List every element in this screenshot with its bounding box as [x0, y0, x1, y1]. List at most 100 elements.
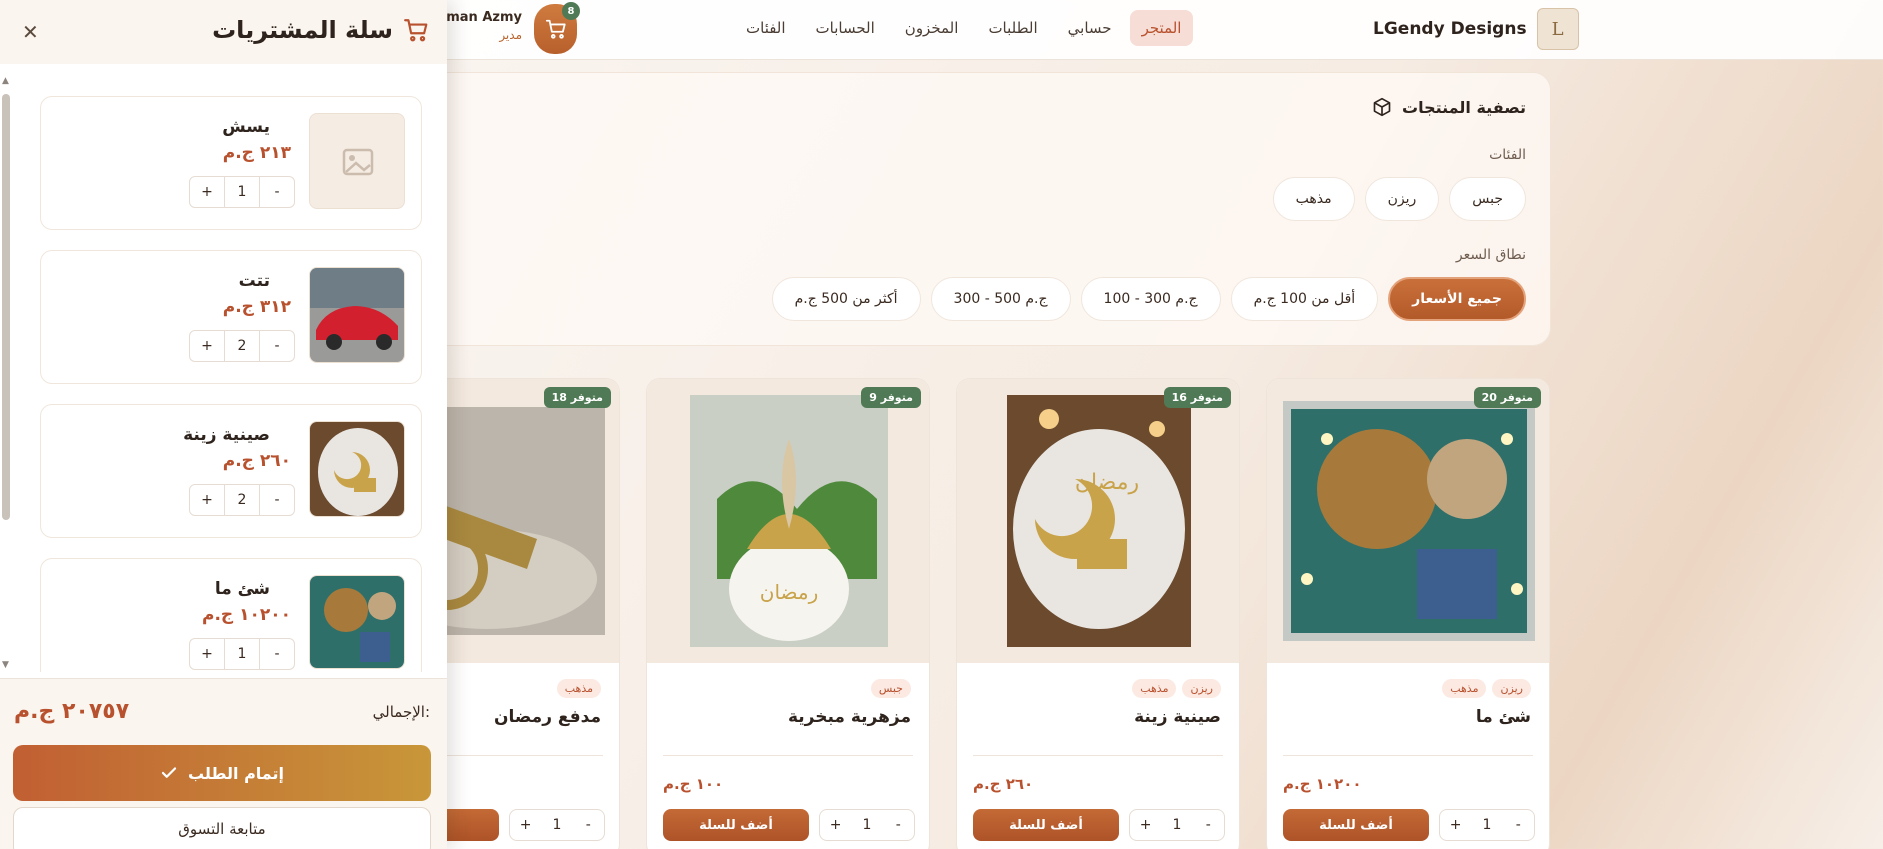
brand-logo: L — [1536, 8, 1579, 50]
brand-name: LGendy Designs — [1373, 19, 1527, 39]
quantity-value[interactable]: 1 — [224, 176, 260, 208]
filter-title: تصفية المنتجات — [1372, 97, 1526, 117]
increase-button[interactable]: + — [510, 817, 541, 833]
increase-button[interactable]: + — [820, 817, 851, 833]
decrease-button[interactable]: - — [573, 817, 604, 833]
cart-drawer: سلة المشتريات ✕ ▲ ▼ يسش ٢١٣ ج.م + 1 - تت… — [0, 0, 447, 849]
brand[interactable]: LGendy Designs L — [1373, 8, 1579, 50]
quantity-stepper: + 1 - — [1439, 809, 1535, 841]
price-range-label: نطاق السعر — [1455, 247, 1526, 263]
filter-title-text: تصفية المنتجات — [1402, 97, 1526, 117]
price-chip-300-500[interactable]: 300 - 500 ج.م — [930, 277, 1071, 321]
quantity-value[interactable]: 1 — [851, 817, 882, 833]
decrease-button[interactable]: - — [1193, 817, 1224, 833]
stock-badge: متوفر 9 — [861, 387, 921, 408]
cart-item-image — [309, 421, 405, 517]
quantity-stepper: + 1 - — [1129, 809, 1225, 841]
cart-icon — [545, 19, 566, 39]
total-value: ٢٠٧٥٧ ج.م — [14, 699, 130, 724]
product-tag: مذهب — [556, 679, 601, 698]
cart-item-name: تتت — [238, 271, 270, 291]
product-tags: جبس — [870, 679, 911, 698]
nav-item-my-account[interactable]: حسابي — [1056, 10, 1124, 46]
product-name: صينية زينة — [1134, 707, 1221, 727]
increase-button[interactable]: + — [190, 338, 224, 354]
price-chip-all[interactable]: جميع الأسعار — [1388, 277, 1526, 321]
cart-icon — [404, 19, 428, 42]
cart-count-badge: 8 — [562, 2, 580, 20]
quantity-value[interactable]: 1 — [224, 638, 260, 670]
category-chip-resin[interactable]: ريزن — [1364, 177, 1440, 221]
increase-button[interactable]: + — [190, 184, 224, 200]
cart-item-price: ٢١٣ ج.م — [222, 143, 291, 163]
user-role: مدير — [499, 28, 522, 42]
checkout-label: إتمام الطلب — [187, 763, 285, 783]
quantity-value[interactable]: 1 — [541, 817, 572, 833]
price-chip-under-100[interactable]: أقل من 100 ج.م — [1230, 277, 1379, 321]
cart-button[interactable]: 8 — [534, 2, 580, 54]
nav-item-inventory[interactable]: المخزون — [893, 10, 971, 46]
decrease-button[interactable]: - — [260, 646, 294, 662]
cart-item-image — [309, 267, 405, 363]
cart-item-price: ١٠٢٠٠ ج.م — [202, 605, 291, 625]
add-to-cart-button[interactable]: أضف للسلة — [973, 809, 1119, 841]
product-tags: مذهب — [556, 679, 601, 698]
product-card[interactable]: رمضان متوفر 16 ريزن مذهب صينية زينة ٢٦٠ … — [956, 378, 1240, 849]
divider — [1283, 755, 1533, 756]
product-image: رمضان متوفر 9 — [647, 379, 929, 663]
cart-title: سلة المشتريات — [212, 16, 429, 44]
product-price: ٢٦٠ ج.م — [973, 775, 1034, 793]
quantity-value[interactable]: 1 — [1471, 817, 1502, 833]
decrease-button[interactable]: - — [883, 817, 914, 833]
increase-button[interactable]: + — [1130, 817, 1161, 833]
categories-label: الفئات — [1489, 147, 1526, 163]
price-chips: جميع الأسعار أقل من 100 ج.م 100 - 300 ج.… — [771, 277, 1526, 321]
product-card[interactable]: متوفر 20 ريزن مذهب شئ ما ١٠٢٠٠ ج.م أضف ل… — [1266, 378, 1550, 849]
decrease-button[interactable]: - — [1503, 817, 1534, 833]
quantity-stepper: + 1 - — [189, 638, 295, 670]
product-filter-panel: تصفية المنتجات الفئات جبس ريزن مذهب نطاق… — [380, 72, 1551, 346]
increase-button[interactable]: + — [190, 492, 224, 508]
scroll-down-arrow[interactable]: ▼ — [2, 660, 9, 670]
product-card[interactable]: رمضان متوفر 9 جبس مزهرية مبخرية ١٠٠ ج.م … — [646, 378, 930, 849]
category-chip-plaster[interactable]: جبس — [1449, 177, 1526, 221]
product-tag: مذهب — [1442, 679, 1487, 698]
product-image: متوفر 20 — [1267, 379, 1549, 663]
decrease-button[interactable]: - — [260, 492, 294, 508]
nav-item-accounts[interactable]: الحسابات — [804, 10, 887, 46]
add-to-cart-button[interactable]: أضف للسلة — [1283, 809, 1429, 841]
quantity-stepper: + 1 - — [189, 176, 295, 208]
decrease-button[interactable]: - — [260, 338, 294, 354]
nav-item-store[interactable]: المتجر — [1129, 10, 1194, 46]
quantity-value[interactable]: 2 — [224, 484, 260, 516]
cart-scrollbar[interactable]: ▲ ▼ — [0, 76, 12, 672]
cart-item-image — [309, 113, 405, 209]
cart-title-text: سلة المشتريات — [212, 16, 393, 44]
continue-shopping-button[interactable]: متابعة التسوق — [13, 807, 431, 849]
cart-item-name: شئ ما — [214, 579, 270, 599]
price-chip-over-500[interactable]: أكثر من 500 ج.م — [771, 277, 921, 321]
cart-item: يسش ٢١٣ ج.م + 1 - — [40, 96, 422, 230]
quantity-value[interactable]: 2 — [224, 330, 260, 362]
stock-badge: متوفر 18 — [543, 387, 611, 408]
user-info[interactable]: hman Azmy مدير — [436, 10, 522, 42]
category-chip-gilded[interactable]: مذهب — [1272, 177, 1355, 221]
price-chip-100-300[interactable]: 100 - 300 ج.م — [1080, 277, 1221, 321]
increase-button[interactable]: + — [1440, 817, 1471, 833]
checkout-button[interactable]: إتمام الطلب — [13, 745, 431, 801]
decrease-button[interactable]: - — [260, 184, 294, 200]
nav-item-categories[interactable]: الفئات — [734, 10, 798, 46]
stock-badge: متوفر 16 — [1163, 387, 1231, 408]
scroll-up-arrow[interactable]: ▲ — [2, 76, 9, 86]
close-icon[interactable]: ✕ — [22, 20, 39, 44]
product-name: شئ ما — [1475, 707, 1531, 727]
cart-item-image — [309, 575, 405, 669]
quantity-stepper: + 2 - — [189, 330, 295, 362]
product-name: مدفع رمضان — [494, 707, 601, 727]
quantity-value[interactable]: 1 — [1161, 817, 1192, 833]
add-to-cart-button[interactable]: أضف للسلة — [663, 809, 809, 841]
scrollbar-thumb[interactable] — [2, 94, 10, 520]
increase-button[interactable]: + — [190, 646, 224, 662]
nav-item-orders[interactable]: الطلبات — [976, 10, 1049, 46]
quantity-stepper: + 1 - — [509, 809, 605, 841]
